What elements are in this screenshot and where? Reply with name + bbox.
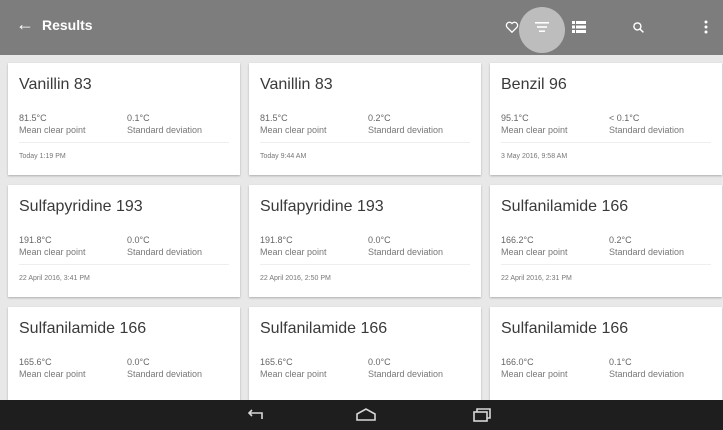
sample-name: Sulfanilamide 166 bbox=[19, 320, 147, 337]
mean-clear-point-value: 165.6°C bbox=[19, 357, 52, 367]
std-deviation-value: 0.0°C bbox=[368, 357, 391, 367]
std-deviation-value: 0.1°C bbox=[127, 113, 150, 123]
more-vertical-icon[interactable] bbox=[689, 10, 723, 44]
std-deviation-value: 0.1°C bbox=[609, 357, 632, 367]
std-deviation-value: 0.0°C bbox=[127, 235, 150, 245]
sample-name: Vanillin 83 bbox=[260, 76, 333, 93]
result-card[interactable]: Sulfapyridine 193 191.8°C 0.0°C Mean cle… bbox=[8, 185, 240, 297]
view-list-icon[interactable] bbox=[562, 10, 596, 44]
mean-clear-point-label: Mean clear point bbox=[260, 125, 327, 135]
result-card[interactable]: Sulfapyridine 193 191.8°C 0.0°C Mean cle… bbox=[249, 185, 481, 297]
mean-clear-point-label: Mean clear point bbox=[19, 369, 86, 379]
card-divider bbox=[19, 142, 229, 143]
timestamp: Today 9:44 AM bbox=[260, 153, 307, 160]
recents-nav-icon[interactable] bbox=[467, 405, 497, 425]
sample-name: Sulfanilamide 166 bbox=[501, 198, 629, 215]
card-divider bbox=[501, 142, 711, 143]
result-card[interactable]: Vanillin 83 81.5°C 0.1°C Mean clear poin… bbox=[8, 63, 240, 175]
mean-clear-point-value: 191.8°C bbox=[260, 235, 293, 245]
sample-name: Sulfapyridine 193 bbox=[260, 198, 384, 215]
arrow-left-icon[interactable]: ← bbox=[16, 14, 34, 34]
results-grid: Vanillin 83 81.5°C 0.1°C Mean clear poin… bbox=[0, 55, 723, 400]
result-card[interactable]: Sulfanilamide 166 166.2°C 0.2°C Mean cle… bbox=[490, 185, 722, 297]
std-deviation-label: Standard deviation bbox=[127, 247, 203, 257]
card-divider bbox=[501, 264, 711, 265]
mean-clear-point-label: Mean clear point bbox=[260, 247, 327, 257]
std-deviation-value: 0.0°C bbox=[127, 357, 150, 367]
mean-clear-point-label: Mean clear point bbox=[501, 369, 568, 379]
result-card[interactable]: Benzil 96 95.1°C < 0.1°C Mean clear poin… bbox=[490, 63, 722, 175]
result-card[interactable]: Vanillin 83 81.5°C 0.2°C Mean clear poin… bbox=[249, 63, 481, 175]
result-card[interactable]: Sulfanilamide 166 165.6°C 0.0°C Mean cle… bbox=[8, 307, 240, 400]
std-deviation-label: Standard deviation bbox=[127, 125, 203, 135]
sample-name: Benzil 96 bbox=[501, 76, 567, 93]
system-navigation-bar bbox=[0, 400, 723, 430]
std-deviation-value: < 0.1°C bbox=[609, 113, 640, 123]
mean-clear-point-value: 166.0°C bbox=[501, 357, 534, 367]
mean-clear-point-label: Mean clear point bbox=[260, 369, 327, 379]
std-deviation-value: 0.0°C bbox=[368, 235, 391, 245]
mean-clear-point-value: 165.6°C bbox=[260, 357, 293, 367]
app-bar: ← Results bbox=[0, 0, 723, 55]
mean-clear-point-label: Mean clear point bbox=[19, 247, 86, 257]
mean-clear-point-value: 81.5°C bbox=[19, 113, 47, 123]
timestamp: Today 1:19 PM bbox=[19, 153, 66, 160]
timestamp: 22 April 2016, 2:31 PM bbox=[501, 275, 572, 282]
filter-list-icon[interactable] bbox=[525, 10, 559, 44]
card-divider bbox=[260, 264, 470, 265]
mean-clear-point-value: 166.2°C bbox=[501, 235, 534, 245]
mean-clear-point-value: 95.1°C bbox=[501, 113, 529, 123]
back-nav-icon[interactable] bbox=[240, 405, 270, 425]
mean-clear-point-label: Mean clear point bbox=[19, 125, 86, 135]
search-icon[interactable] bbox=[621, 10, 655, 44]
timestamp: 22 April 2016, 3:41 PM bbox=[19, 275, 90, 282]
std-deviation-label: Standard deviation bbox=[368, 369, 444, 379]
page-title: Results bbox=[42, 17, 93, 33]
mean-clear-point-label: Mean clear point bbox=[501, 247, 568, 257]
std-deviation-label: Standard deviation bbox=[368, 125, 444, 135]
mean-clear-point-value: 191.8°C bbox=[19, 235, 52, 245]
std-deviation-label: Standard deviation bbox=[609, 247, 685, 257]
sample-name: Sulfapyridine 193 bbox=[19, 198, 143, 215]
std-deviation-label: Standard deviation bbox=[368, 247, 444, 257]
sample-name: Vanillin 83 bbox=[19, 76, 92, 93]
std-deviation-label: Standard deviation bbox=[127, 369, 203, 379]
std-deviation-label: Standard deviation bbox=[609, 125, 685, 135]
sample-name: Sulfanilamide 166 bbox=[260, 320, 388, 337]
result-card[interactable]: Sulfanilamide 166 166.0°C 0.1°C Mean cle… bbox=[490, 307, 722, 400]
card-divider bbox=[260, 142, 470, 143]
sample-name: Sulfanilamide 166 bbox=[501, 320, 629, 337]
std-deviation-value: 0.2°C bbox=[368, 113, 391, 123]
std-deviation-label: Standard deviation bbox=[609, 369, 685, 379]
std-deviation-value: 0.2°C bbox=[609, 235, 632, 245]
timestamp: 3 May 2016, 9:58 AM bbox=[501, 153, 568, 160]
card-divider bbox=[19, 264, 229, 265]
timestamp: 22 April 2016, 2:50 PM bbox=[260, 275, 331, 282]
home-nav-icon[interactable] bbox=[351, 405, 381, 425]
mean-clear-point-value: 81.5°C bbox=[260, 113, 288, 123]
mean-clear-point-label: Mean clear point bbox=[501, 125, 568, 135]
result-card[interactable]: Sulfanilamide 166 165.6°C 0.0°C Mean cle… bbox=[249, 307, 481, 400]
